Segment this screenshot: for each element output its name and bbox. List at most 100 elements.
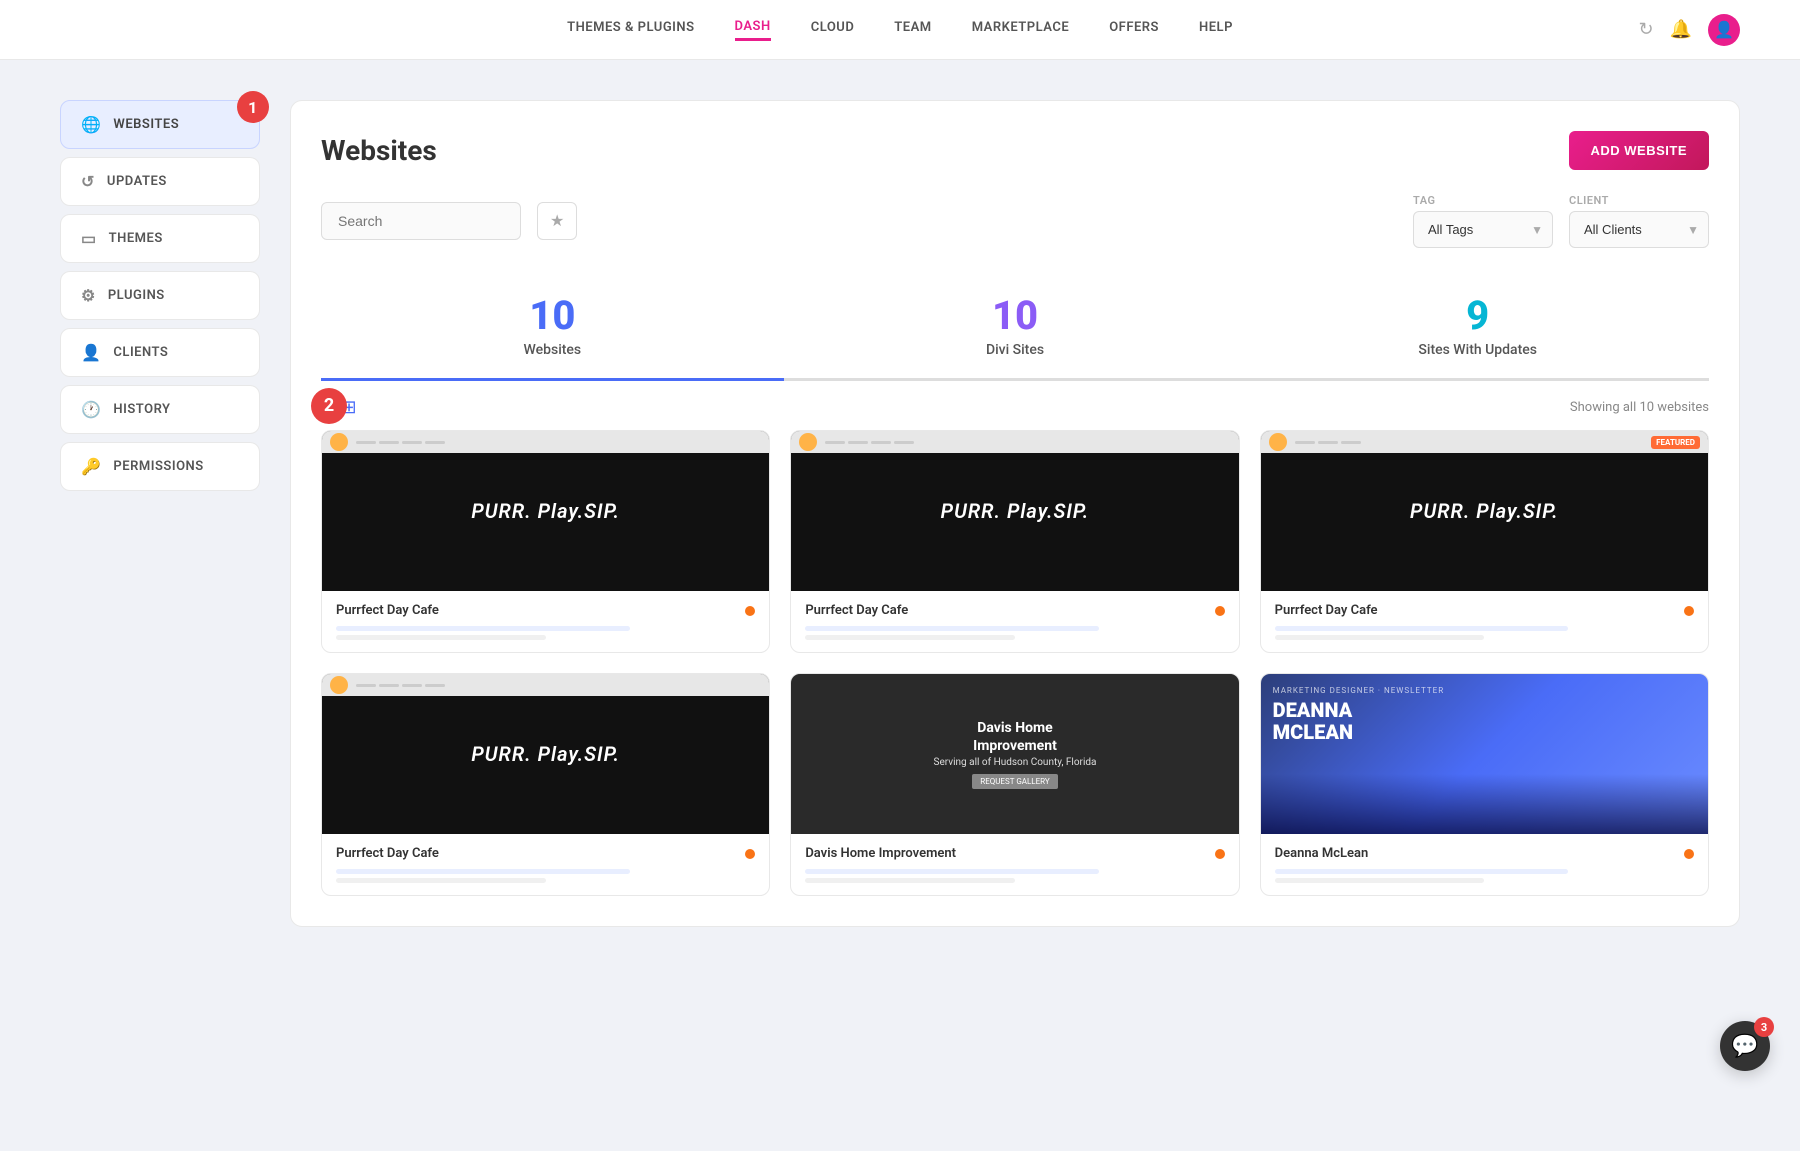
thumb-black-4: PURR. Play.SIP. — [322, 674, 769, 834]
stat-divi-sites[interactable]: 10 Divi Sites — [784, 276, 1247, 381]
nav-offers[interactable]: OFFERS — [1109, 20, 1159, 39]
card-url-bar-5 — [805, 869, 1099, 874]
sidebar-item-updates[interactable]: ↺ UPDATES — [60, 157, 260, 206]
favorites-button[interactable]: ★ — [537, 202, 577, 240]
card-footer-6: Deanna McLean — [1261, 834, 1708, 895]
website-thumb-3: FEATURED PURR. Play.SIP. — [1261, 431, 1708, 591]
website-card-4[interactable]: PURR. Play.SIP. Purrfect Day Cafe — [321, 673, 770, 896]
mini-nav-1 — [356, 441, 445, 444]
sidebar-label-history: HISTORY — [113, 402, 170, 417]
website-card-6[interactable]: MARKETING DESIGNER · NEWSLETTER DEANNAMC… — [1260, 673, 1709, 896]
sidebar-item-themes[interactable]: ▭ THEMES — [60, 214, 260, 263]
top-navigation: THEMES & PLUGINS DASH CLOUD TEAM MARKETP… — [0, 0, 1800, 60]
nav-dash[interactable]: DASH — [735, 19, 771, 41]
card-name-2: Purrfect Day Cafe — [805, 603, 908, 618]
card-name-1: Purrfect Day Cafe — [336, 603, 439, 618]
chat-icon: 💬 — [1731, 1034, 1758, 1059]
card-url-bar-2 — [805, 626, 1099, 631]
card-url-bar2-4 — [336, 878, 546, 883]
bell-icon[interactable]: 🔔 — [1670, 19, 1692, 40]
sidebar-item-clients[interactable]: 👤 CLIENTS — [60, 328, 260, 377]
card-url-bar2-1 — [336, 635, 546, 640]
mini-logo-2 — [799, 433, 817, 451]
websites-badge: 1 — [237, 91, 269, 123]
card-url-bar-1 — [336, 626, 630, 631]
sidebar-label-updates: UPDATES — [107, 174, 167, 189]
sidebar-item-websites[interactable]: 🌐 WEBSITES 1 — [60, 100, 260, 149]
tag-filter-select[interactable]: All Tags — [1413, 211, 1553, 248]
mini-header-4 — [322, 674, 769, 696]
website-thumb-5: Davis HomeImprovement Serving all of Hud… — [791, 674, 1238, 834]
website-grid: PURR. Play.SIP. Purrfect Day Cafe — [321, 430, 1709, 896]
tag-filter-label: TAG — [1413, 194, 1553, 207]
step-badge-2: 2 — [311, 388, 347, 424]
status-dot-6 — [1684, 849, 1694, 859]
purr-text-1: PURR. Play.SIP. — [471, 499, 620, 523]
card-url-bar-4 — [336, 869, 630, 874]
card-name-4: Purrfect Day Cafe — [336, 846, 439, 861]
thumb-black-2: PURR. Play.SIP. — [791, 431, 1238, 591]
card-name-row-6: Deanna McLean — [1275, 846, 1694, 861]
stat-divi-label: Divi Sites — [784, 342, 1247, 358]
nav-team[interactable]: TEAM — [894, 20, 931, 39]
mini-nav-4 — [356, 684, 445, 687]
website-thumb-4: PURR. Play.SIP. — [322, 674, 769, 834]
content-area: Websites ADD WEBSITE ★ TAG All Tags ▼ — [290, 100, 1740, 927]
sidebar-label-plugins: PLUGINS — [108, 288, 165, 303]
card-name-row-5: Davis Home Improvement — [805, 846, 1224, 861]
filters-row: ★ TAG All Tags ▼ CLIENT All Client — [321, 194, 1709, 248]
thumb-davis-5: Davis HomeImprovement Serving all of Hud… — [791, 674, 1238, 834]
refresh-icon[interactable]: ↻ — [1638, 19, 1653, 40]
website-card-3[interactable]: FEATURED PURR. Play.SIP. Purrfect Day Ca… — [1260, 430, 1709, 653]
avatar[interactable]: 👤 — [1708, 14, 1740, 46]
sidebar-item-history[interactable]: 🕐 HISTORY — [60, 385, 260, 434]
chat-widget[interactable]: 💬 3 — [1720, 1021, 1770, 1071]
search-input[interactable] — [321, 202, 521, 240]
mini-header-1 — [322, 431, 769, 453]
card-footer-4: Purrfect Day Cafe — [322, 834, 769, 895]
nav-themes-plugins[interactable]: THEMES & PLUGINS — [567, 20, 694, 39]
card-footer-2: Purrfect Day Cafe — [791, 591, 1238, 652]
stat-websites[interactable]: 10 Websites — [321, 276, 784, 381]
davis-sub: Serving all of Hudson County, Florida — [934, 757, 1097, 768]
card-url-bar2-3 — [1275, 635, 1485, 640]
website-card-2[interactable]: PURR. Play.SIP. Purrfect Day Cafe — [790, 430, 1239, 653]
website-card-5[interactable]: Davis HomeImprovement Serving all of Hud… — [790, 673, 1239, 896]
card-url-bar2-2 — [805, 635, 1015, 640]
card-footer-1: Purrfect Day Cafe — [322, 591, 769, 652]
stat-websites-number: 10 — [321, 296, 784, 336]
content-header: Websites ADD WEBSITE — [321, 131, 1709, 170]
mini-nav-2 — [825, 441, 914, 444]
card-name-5: Davis Home Improvement — [805, 846, 956, 861]
tag-filter-wrapper: TAG All Tags ▼ — [1413, 194, 1553, 248]
showing-text: Showing all 10 websites — [1570, 400, 1709, 415]
mini-logo-4 — [330, 676, 348, 694]
stat-updates[interactable]: 9 Sites With Updates — [1246, 276, 1709, 381]
card-name-row-4: Purrfect Day Cafe — [336, 846, 755, 861]
mini-nav-3 — [1295, 441, 1361, 444]
card-name-row-2: Purrfect Day Cafe — [805, 603, 1224, 618]
card-url-bar2-5 — [805, 878, 1015, 883]
nav-marketplace[interactable]: MARKETPLACE — [972, 20, 1070, 39]
nav-help[interactable]: HELP — [1199, 20, 1233, 39]
website-thumb-1: PURR. Play.SIP. — [322, 431, 769, 591]
client-filter-container: All Clients ▼ — [1569, 211, 1709, 248]
sidebar-item-plugins[interactable]: ⚙ PLUGINS — [60, 271, 260, 320]
client-filter-select[interactable]: All Clients — [1569, 211, 1709, 248]
nav-right: ↻ 🔔 👤 — [1638, 14, 1740, 46]
card-name-row-3: Purrfect Day Cafe — [1275, 603, 1694, 618]
purr-text-2: PURR. Play.SIP. — [941, 499, 1090, 523]
thumb-black-1: PURR. Play.SIP. — [322, 431, 769, 591]
deanna-title: DEANNAMCLEAN — [1273, 699, 1353, 743]
nav-cloud[interactable]: CLOUD — [811, 20, 855, 39]
sidebar: 🌐 WEBSITES 1 ↺ UPDATES ▭ THEMES ⚙ PLUGIN… — [60, 100, 260, 927]
stat-updates-label: Sites With Updates — [1246, 342, 1709, 358]
card-footer-5: Davis Home Improvement — [791, 834, 1238, 895]
sidebar-label-clients: CLIENTS — [113, 345, 168, 360]
status-dot-2 — [1215, 606, 1225, 616]
website-card-1[interactable]: PURR. Play.SIP. Purrfect Day Cafe — [321, 430, 770, 653]
davis-content: Davis HomeImprovement Serving all of Hud… — [934, 719, 1097, 789]
card-name-3: Purrfect Day Cafe — [1275, 603, 1378, 618]
add-website-button[interactable]: ADD WEBSITE — [1569, 131, 1710, 170]
sidebar-item-permissions[interactable]: 🔑 PERMISSIONS — [60, 442, 260, 491]
